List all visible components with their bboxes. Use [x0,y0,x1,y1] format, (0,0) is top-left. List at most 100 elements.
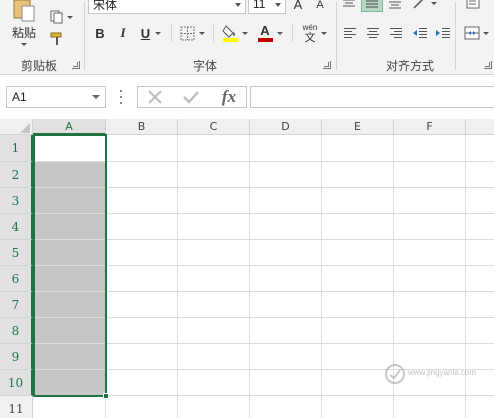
font-size-value: 11 [253,0,266,11]
increase-font-button[interactable]: A [290,0,306,12]
phonetic-guide-button[interactable]: wén 文 [298,22,332,44]
ribbon-separator [84,2,85,70]
column-header-f[interactable]: F [394,119,466,135]
formula-bar-grip-icon[interactable] [120,90,123,104]
decrease-indent-button[interactable] [410,24,430,42]
clipboard-group-label: 剪贴板 [20,59,57,73]
row-header-3[interactable]: 3 [0,188,33,214]
fill-color-button[interactable] [220,22,250,44]
merge-dropdown-icon[interactable] [482,31,489,35]
row-header-1[interactable]: 1 [0,135,33,162]
underline-dropdown-icon[interactable] [155,31,162,35]
cancel-icon [148,90,162,104]
format-painter-button[interactable] [46,30,68,48]
worksheet-grid: A B C D E F 1 2 3 4 5 6 7 8 9 10 11 www.… [0,119,494,418]
align-center-button[interactable] [363,24,383,42]
row-header-9[interactable]: 9 [0,344,33,370]
row-header-11[interactable]: 11 [0,396,33,418]
fill-color-dropdown-icon[interactable] [242,31,248,35]
paste-icon [13,0,35,22]
middle-align-icon [366,0,378,8]
column-header-d[interactable]: D [250,119,322,135]
bold-button[interactable]: B [91,24,109,42]
font-size-combo[interactable]: 11 [248,0,286,14]
row-header-10[interactable]: 10 [0,370,33,396]
italic-button[interactable]: I [114,24,132,42]
insert-function-button[interactable]: fx [216,87,242,107]
font-name-dropdown-icon[interactable] [235,3,241,7]
font-color-dropdown-icon[interactable] [276,31,283,35]
align-right-button[interactable] [386,24,406,42]
decrease-font-button[interactable]: A [312,0,328,13]
borders-dropdown-icon[interactable] [198,31,205,35]
formula-input[interactable] [250,86,494,108]
top-align-icon [343,0,355,7]
fill-handle[interactable] [103,393,109,399]
borders-icon [180,26,194,40]
ribbon-separator [336,2,337,70]
align-right-icon [390,28,402,38]
column-header-blank[interactable] [466,119,494,135]
font-size-dropdown-icon[interactable] [275,3,281,7]
font-color-letter: A [260,22,270,38]
checkmark-icon [183,91,199,104]
row-header-8[interactable]: 8 [0,318,33,344]
name-box-value: A1 [12,90,27,104]
underline-icon: U [140,25,151,41]
orientation-button[interactable] [410,0,438,12]
bottom-align-icon [389,1,401,9]
confirm-entry-button[interactable] [180,88,202,106]
orientation-icon [412,0,423,9]
font-color-button[interactable]: A [254,22,286,44]
copy-dropdown-icon [66,15,73,19]
row-header-2[interactable]: 2 [0,162,33,188]
align-center-icon [367,28,379,38]
underline-button[interactable]: U [137,24,165,42]
select-all-triangle-icon [20,123,30,133]
row-header-4[interactable]: 4 [0,214,33,240]
paste-button[interactable]: 粘贴 [6,0,42,46]
row-header-6[interactable]: 6 [0,266,33,292]
font-color-icon: A [257,22,273,42]
selection-border [33,134,107,397]
phonetic-dropdown-icon[interactable] [321,31,328,35]
bottom-align-button[interactable] [386,0,404,12]
copy-button[interactable] [46,8,76,26]
decrease-font-icon: A [316,0,324,11]
gridline [249,135,250,418]
top-align-button[interactable] [340,0,358,12]
column-header-a[interactable]: A [33,119,106,135]
column-header-b[interactable]: B [106,119,178,135]
column-header-e[interactable]: E [322,119,394,135]
orientation-dropdown-icon[interactable] [430,1,437,5]
increase-indent-button[interactable] [433,24,453,42]
alignment-launcher-icon[interactable] [484,61,492,69]
font-name-combo[interactable]: 宋体 [88,0,246,14]
borders-button[interactable] [177,24,207,42]
font-launcher-icon[interactable] [323,61,331,69]
row-header-5[interactable]: 5 [0,240,33,266]
phonetic-char: 文 [304,32,316,44]
wrap-text-button[interactable] [462,0,486,12]
italic-icon: I [120,25,126,40]
row-header-7[interactable]: 7 [0,292,33,318]
bold-icon: B [95,25,105,41]
align-left-button[interactable] [340,24,360,42]
middle-align-button[interactable] [361,0,383,12]
ribbon-separator [213,24,214,42]
column-header-c[interactable]: C [178,119,250,135]
merge-center-button[interactable] [460,24,492,42]
phonetic-icon: wén 文 [303,23,318,44]
name-box[interactable]: A1 [6,86,106,108]
watermark-text: www.jingyanla.com [408,368,477,377]
fx-icon: fx [221,87,237,106]
select-all-corner[interactable] [0,119,33,135]
decrease-indent-icon [413,28,427,38]
cancel-entry-button[interactable] [144,88,166,106]
font-color-swatch [257,37,273,42]
paste-dropdown-icon[interactable] [21,43,27,46]
name-box-dropdown-icon[interactable] [92,95,100,99]
formula-actions: fx [137,86,247,108]
clipboard-launcher-icon[interactable] [72,61,80,69]
wrap-text-icon [466,0,480,9]
